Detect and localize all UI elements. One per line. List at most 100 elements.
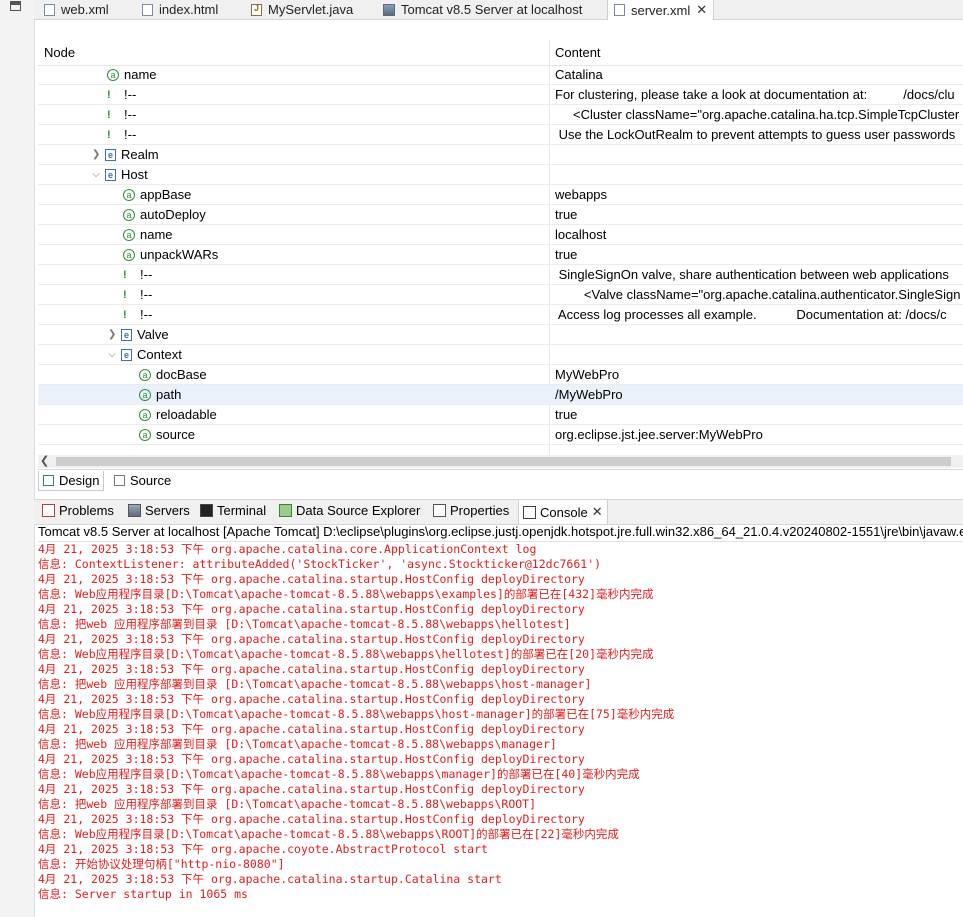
tab-web-xml[interactable]: web.xml [44,0,109,19]
node-content[interactable]: For clustering, please take a look at do… [555,87,955,102]
tree-row[interactable]: ⌵ e Host [38,165,963,185]
tab-source[interactable]: Source [110,471,175,490]
comment-icon: ! [123,308,127,321]
tab-label: Source [130,473,172,488]
console-line: 4月 21, 2025 3:18:53 下午 org.apache.catali… [38,662,585,676]
console-line: 4月 21, 2025 3:18:53 下午 org.apache.catali… [38,722,585,736]
tab-index-html[interactable]: index.html [142,0,218,19]
node-label: !-- [124,107,137,122]
attribute-icon: a [139,408,151,421]
tab-label: Problems [59,503,114,518]
design-icon [43,475,54,486]
java-file-icon [251,3,262,16]
element-icon: e [121,348,132,361]
tab-myservlet-java[interactable]: MyServlet.java [251,0,353,19]
node-label: name [124,67,157,82]
console-line: 信息: 把web 应用程序部署到目录 [D:\Tomcat\apache-tom… [38,617,571,631]
terminal-icon [200,504,213,517]
node-content[interactable]: <Cluster className="org.apache.catalina.… [555,107,959,122]
scroll-left-icon[interactable]: ❮ [40,454,49,467]
tree-row[interactable]: ! !-- Use the LockOutRealm to prevent att… [38,125,963,145]
node-content[interactable]: localhost [555,227,606,242]
console-line: 信息: 开始协议处理句柄["http-nio-8080"] [38,857,285,871]
tree-row[interactable]: ! !-- Access log processes all example. D… [38,305,963,325]
attribute-icon: a [139,428,151,441]
source-icon [114,475,125,486]
tab-label: web.xml [61,2,109,17]
console-line: 4月 21, 2025 3:18:53 下午 org.apache.catali… [38,872,502,886]
tab-server-xml[interactable]: server.xml ✕ [607,0,715,20]
console-line: 4月 21, 2025 3:18:53 下午 org.apache.catali… [38,752,585,766]
node-label: !-- [124,87,137,102]
node-content[interactable]: webapps [555,187,607,202]
node-content[interactable]: true [555,247,577,262]
tree-row[interactable]: a reloadable true [38,405,963,425]
tree-row[interactable]: a name localhost [38,225,963,245]
attribute-icon: a [123,228,135,241]
tab-terminal[interactable]: Terminal [200,503,266,518]
console-line: 信息: Web应用程序目录[D:\Tomcat\apache-tomcat-8.… [38,647,654,661]
console-output[interactable]: 4月 21, 2025 3:18:53 下午 org.apache.catali… [38,542,963,917]
node-content[interactable]: /MyWebPro [555,387,623,402]
chevron-right-icon[interactable]: ❯ [108,329,116,340]
tree-row[interactable]: ! !-- <Valve className="org.apache.catali… [38,285,963,305]
tree-row[interactable]: a docBase MyWebPro [38,365,963,385]
tree-row[interactable]: ❯ e Valve [38,325,963,345]
tree-row[interactable]: ! !-- <Cluster className="org.apache.cata… [38,105,963,125]
tab-problems[interactable]: Problems [42,503,114,518]
properties-icon [433,504,446,517]
tree-row[interactable]: a name Catalina [38,65,963,85]
chevron-down-icon[interactable]: ⌵ [108,349,116,360]
servers-icon [128,504,141,517]
console-line: 信息: Server startup in 1065 ms [38,887,248,901]
attribute-icon: a [139,388,151,401]
node-column-header[interactable]: Node [44,45,75,60]
tab-data-source-explorer[interactable]: Data Source Explorer [279,503,420,518]
tree-row[interactable]: a appBase webapps [38,185,963,205]
content-column-header[interactable]: Content [555,45,601,60]
close-icon[interactable]: ✕ [696,2,707,18]
tab-tomcat-server[interactable]: Tomcat v8.5 Server at localhost [383,0,582,19]
node-content[interactable]: SingleSignOn valve, share authentication… [555,267,949,282]
tree-row[interactable]: ❯ e Realm [38,145,963,165]
node-content[interactable]: Access log processes all example. Docume… [555,307,947,322]
tab-properties[interactable]: Properties [433,503,509,518]
tab-design[interactable]: Design [38,471,105,491]
chevron-right-icon[interactable]: ❯ [92,149,100,160]
node-label: autoDeploy [140,207,206,222]
console-line: 4月 21, 2025 3:18:53 下午 org.apache.catali… [38,632,585,646]
tree-row[interactable]: a source org.eclipse.jst.jee.server:MyWeb… [38,425,963,445]
comment-icon: ! [107,108,111,121]
tree-row[interactable]: a unpackWARs true [38,245,963,265]
scrollbar-thumb[interactable] [56,457,951,466]
chevron-down-icon[interactable]: ⌵ [92,169,100,180]
tab-label: Console [540,504,588,520]
node-label: reloadable [156,407,217,422]
xml-file-icon [614,4,625,16]
tab-servers[interactable]: Servers [128,503,190,518]
tab-label: MyServlet.java [268,2,354,17]
tab-console[interactable]: Console ✕ [518,500,608,524]
node-content[interactable]: Use the LockOutRealm to prevent attempts… [555,127,956,142]
console-line: 信息: Web应用程序目录[D:\Tomcat\apache-tomcat-8.… [38,767,640,781]
tree-row-selected[interactable]: a path /MyWebPro [38,385,963,405]
editor-tab-bar: web.xml index.html MyServlet.java Tomcat… [34,0,963,20]
horizontal-scrollbar[interactable]: ❮ [38,455,963,468]
tab-label: Tomcat v8.5 Server at localhost [401,2,583,17]
tab-label: index.html [159,2,219,17]
tree-row[interactable]: ⌵ e Context [38,345,963,365]
close-icon[interactable]: ✕ [592,504,603,520]
node-content[interactable]: true [555,407,577,422]
node-content[interactable]: MyWebPro [555,367,619,382]
node-content[interactable]: org.eclipse.jst.jee.server:MyWebPro [555,427,763,442]
node-content[interactable]: Catalina [555,67,603,82]
left-trim-stack [0,0,35,917]
element-icon: e [121,328,132,341]
node-content[interactable]: <Valve className="org.apache.catalina.au… [555,287,961,302]
node-content[interactable]: true [555,207,577,222]
console-line: 信息: Web应用程序目录[D:\Tomcat\apache-tomcat-8.… [38,827,619,841]
tree-row[interactable]: ! !-- SingleSignOn valve, share authentic… [38,265,963,285]
restore-icon[interactable] [10,1,21,11]
tree-row[interactable]: a autoDeploy true [38,205,963,225]
tree-row[interactable]: ! !-- For clustering, please take a look … [38,85,963,105]
